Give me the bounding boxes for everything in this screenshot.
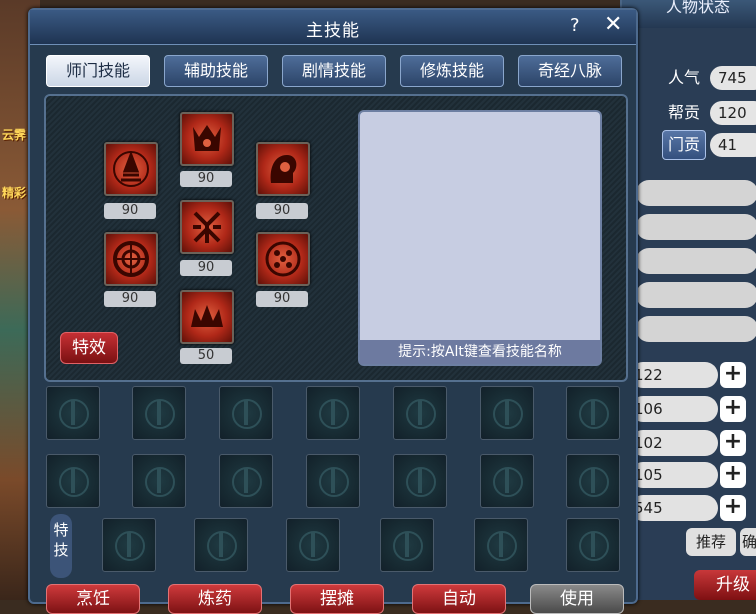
sect-contribution-button[interactable]: 门贡 <box>662 130 706 160</box>
stat-value: 120 <box>710 101 756 125</box>
confirm-button[interactable]: 确 <box>740 528 756 556</box>
special-skill-slot[interactable] <box>194 518 248 572</box>
add-point-button[interactable]: + <box>720 462 746 488</box>
stat-label: 人气 <box>667 68 700 87</box>
skill-slot[interactable] <box>393 386 447 440</box>
skill-slot[interactable] <box>132 386 186 440</box>
stat-value: 745 <box>710 66 756 90</box>
skill-slot[interactable] <box>219 386 273 440</box>
skill-slot[interactable] <box>306 454 360 508</box>
status-bar <box>636 316 756 342</box>
dialog-title: 主技能 <box>306 21 360 41</box>
head-icon[interactable] <box>256 142 310 196</box>
skill-level: 90 <box>104 291 156 307</box>
stat-label: 帮贡 <box>667 103 700 122</box>
attribute-value: 105 <box>630 462 718 488</box>
effect-button[interactable]: 特效 <box>60 332 118 364</box>
tab-assist-skills[interactable]: 辅助技能 <box>164 55 268 87</box>
status-bar <box>636 180 756 206</box>
help-icon[interactable]: ? <box>570 15 580 36</box>
special-skill-slot[interactable] <box>474 518 528 572</box>
special-skill-slot[interactable] <box>102 518 156 572</box>
special-skill-slot[interactable] <box>286 518 340 572</box>
skill-level: 90 <box>104 203 156 219</box>
close-icon[interactable]: ✕ <box>604 12 622 37</box>
skill-info-panel: 提示:按Alt键查看技能名称 <box>358 110 602 366</box>
cooking-button[interactable]: 烹饪 <box>46 584 140 614</box>
rune-icon[interactable] <box>180 200 234 254</box>
spikes-icon[interactable] <box>180 290 234 344</box>
attribute-value: 102 <box>630 430 718 456</box>
wheel-icon[interactable] <box>104 232 158 286</box>
stat-value: 41 <box>710 133 756 157</box>
alt-hint: 提示:按Alt键查看技能名称 <box>360 340 600 364</box>
stat-row-sect: 门贡 41 <box>662 130 756 160</box>
skill-slot[interactable] <box>566 454 620 508</box>
auto-button[interactable]: 自动 <box>412 584 506 614</box>
skill-slot[interactable] <box>132 454 186 508</box>
add-point-button[interactable]: + <box>720 430 746 456</box>
skill-level: 90 <box>256 291 308 307</box>
tab-meridians[interactable]: 奇经八脉 <box>518 55 622 87</box>
stall-button[interactable]: 摆摊 <box>290 584 384 614</box>
status-title: 人物状态 <box>622 0 756 28</box>
skill-level: 90 <box>180 171 232 187</box>
attribute-value: 106 <box>630 396 718 422</box>
character-status-panel: 人物状态 人气 745 帮贡 120 门贡 41 122 + 106 + 102… <box>620 0 756 600</box>
special-skill-slot[interactable] <box>380 518 434 572</box>
add-point-button[interactable]: + <box>720 362 746 388</box>
skill-slot[interactable] <box>46 454 100 508</box>
dialog-titlebar[interactable]: 主技能 ? ✕ <box>30 10 636 45</box>
status-bar <box>636 248 756 274</box>
status-bar <box>636 214 756 240</box>
crown-icon[interactable] <box>180 112 234 166</box>
tab-cultivation-skills[interactable]: 修炼技能 <box>400 55 504 87</box>
alchemy-button[interactable]: 炼药 <box>168 584 262 614</box>
add-point-button[interactable]: + <box>720 495 746 521</box>
attribute-value: 545 <box>630 495 718 521</box>
recommend-button[interactable]: 推荐 <box>686 528 736 556</box>
skill-slot[interactable] <box>219 454 273 508</box>
use-button[interactable]: 使用 <box>530 584 624 614</box>
skill-slot[interactable] <box>46 386 100 440</box>
skill-level: 50 <box>180 348 232 364</box>
tab-sect-skills[interactable]: 师门技能 <box>46 55 150 87</box>
add-point-button[interactable]: + <box>720 396 746 422</box>
pagoda-icon[interactable] <box>104 142 158 196</box>
skill-slot[interactable] <box>393 454 447 508</box>
skill-slot[interactable] <box>480 454 534 508</box>
stat-row-guild: 帮贡 120 <box>662 99 756 127</box>
special-skill-label: 特技 <box>50 514 72 578</box>
skill-slot[interactable] <box>566 386 620 440</box>
skill-slot[interactable] <box>306 386 360 440</box>
stat-row-popularity: 人气 745 <box>662 64 756 92</box>
main-skill-dialog: 主技能 ? ✕ 师门技能 辅助技能 剧情技能 修炼技能 奇经八脉 90 90 9… <box>28 8 638 614</box>
scene-label-1: 云霁 <box>2 128 27 142</box>
skill-slot[interactable] <box>480 386 534 440</box>
upgrade-button[interactable]: 升级 <box>694 570 756 600</box>
scene-label-2: 精彩 <box>2 186 27 200</box>
skill-level: 90 <box>256 203 308 219</box>
skill-level: 90 <box>180 260 232 276</box>
dots-icon[interactable] <box>256 232 310 286</box>
special-skill-slot[interactable] <box>566 518 620 572</box>
status-bar <box>636 282 756 308</box>
attribute-value: 122 <box>630 362 718 388</box>
tab-story-skills[interactable]: 剧情技能 <box>282 55 386 87</box>
